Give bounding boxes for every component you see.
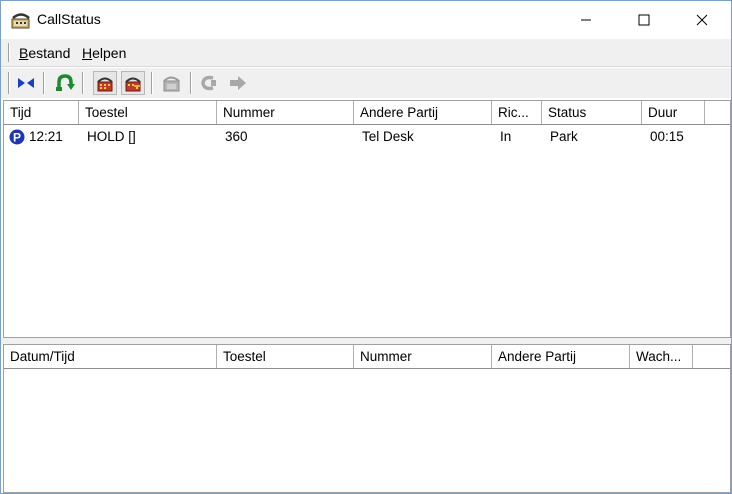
park-icon — [97, 77, 113, 92]
menu-bar: Bestand Helpen — [1, 39, 731, 67]
column-header-nummer[interactable]: Nummer — [354, 345, 492, 368]
column-header-status[interactable]: Status — [542, 101, 642, 124]
callstatus-app-icon — [11, 10, 31, 30]
toolbar-grip[interactable] — [8, 72, 10, 94]
cell-andere-partij: Tel Desk — [362, 129, 414, 144]
column-header-tijd[interactable]: Tijd — [4, 101, 79, 124]
column-header-nummer[interactable]: Nummer — [217, 101, 354, 124]
park-button[interactable] — [93, 71, 117, 95]
column-header-richting[interactable]: Ric... — [492, 101, 542, 124]
maximize-button[interactable] — [615, 1, 673, 39]
menu-grip[interactable] — [8, 43, 10, 62]
unpark-button[interactable] — [121, 71, 145, 95]
cell-tijd: 12:21 — [29, 129, 63, 144]
menu-bestand[interactable]: Bestand — [19, 45, 70, 61]
close-button[interactable] — [673, 1, 731, 39]
cell-duur: 00:15 — [650, 129, 684, 144]
column-header-toestel[interactable]: Toestel — [217, 345, 354, 368]
window-title: CallStatus — [37, 11, 101, 27]
active-calls-header: Tijd Toestel Nummer Andere Partij Ric...… — [4, 101, 730, 125]
toolbar-separator — [151, 72, 153, 94]
toolbar-separator — [43, 72, 45, 94]
forward-icon — [230, 76, 246, 90]
pickup-icon — [56, 74, 75, 91]
toolbar-separator — [190, 72, 192, 94]
menu-helpen[interactable]: Helpen — [82, 45, 126, 61]
toolbar — [1, 68, 731, 98]
cross-arrows-icon — [18, 78, 34, 88]
minimize-button[interactable] — [557, 1, 615, 39]
title-bar: CallStatus — [1, 1, 731, 39]
pickup-button[interactable] — [53, 71, 77, 95]
cell-nummer: 360 — [225, 129, 248, 144]
close-icon — [696, 14, 708, 26]
redial-button[interactable] — [197, 71, 221, 95]
transfer-button[interactable] — [160, 71, 184, 95]
unpark-icon — [125, 77, 141, 92]
column-header-andere-partij[interactable]: Andere Partij — [492, 345, 630, 368]
callstatus-window: CallStatus Bestand Helpen Tijd Toestel N… — [0, 0, 732, 494]
column-header-andere-partij[interactable]: Andere Partij — [354, 101, 492, 124]
active-calls-list[interactable]: Tijd Toestel Nummer Andere Partij Ric...… — [3, 100, 731, 338]
cell-toestel: HOLD [] — [87, 129, 136, 144]
cell-status: Park — [550, 129, 578, 144]
parked-status-icon: P — [9, 129, 25, 145]
toolbar-separator — [82, 72, 84, 94]
call-history-list[interactable]: Datum/Tijd Toestel Nummer Andere Partij … — [3, 344, 731, 493]
table-row[interactable]: P 12:21 HOLD [] 360 Tel Desk In Park 00:… — [4, 126, 730, 148]
redial-icon — [201, 75, 216, 91]
svg-text:P: P — [13, 131, 21, 145]
call-history-header: Datum/Tijd Toestel Nummer Andere Partij … — [4, 345, 730, 369]
column-header-duur[interactable]: Duur — [642, 101, 705, 124]
transfer-icon — [163, 76, 180, 92]
forward-button[interactable] — [226, 71, 250, 95]
connect-button[interactable] — [14, 71, 38, 95]
column-header-toestel[interactable]: Toestel — [79, 101, 217, 124]
column-header-wachttijd[interactable]: Wach... — [630, 345, 693, 368]
cell-richting: In — [500, 129, 512, 144]
column-header-datum-tijd[interactable]: Datum/Tijd — [4, 345, 217, 368]
